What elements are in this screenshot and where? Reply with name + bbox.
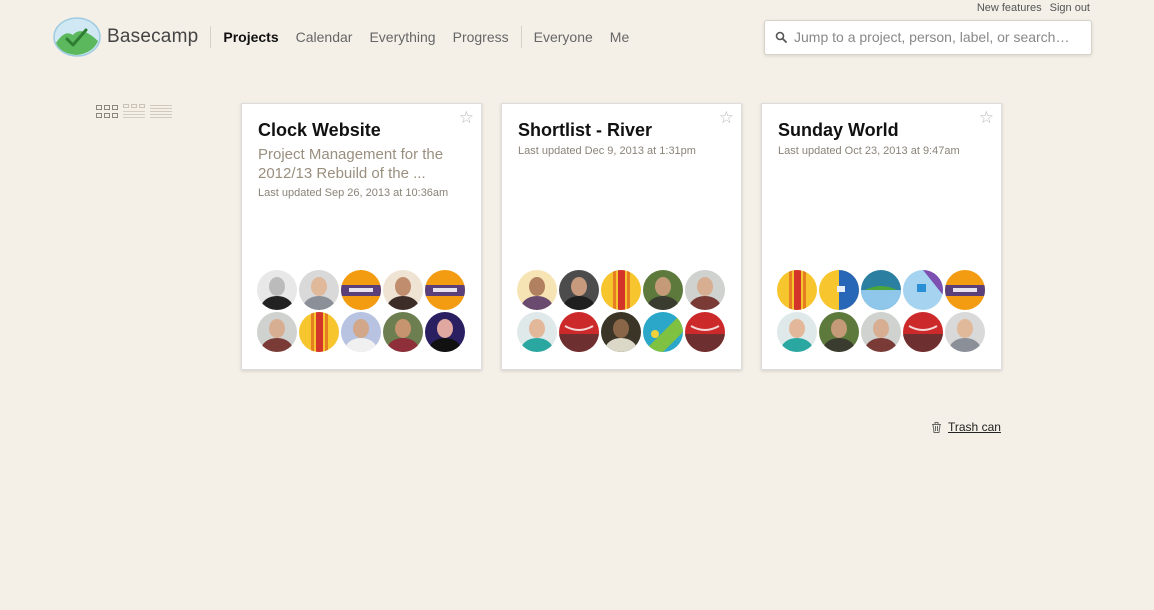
avatar[interactable] [643, 312, 683, 352]
avatar-group [517, 270, 729, 352]
avatar[interactable] [299, 270, 339, 310]
list-view-icon[interactable] [150, 103, 172, 120]
avatar[interactable] [685, 270, 725, 310]
search-input[interactable] [794, 29, 1084, 45]
nav-progress[interactable]: Progress [453, 29, 509, 45]
header: Basecamp Projects Calendar Everything Pr… [53, 16, 1092, 58]
star-icon[interactable]: ☆ [459, 109, 474, 126]
project-updated: Last updated Oct 23, 2013 at 9:47am [778, 145, 960, 157]
primary-nav: Projects Calendar Everything Progress [223, 29, 508, 45]
avatar[interactable] [819, 312, 859, 352]
nav-everyone[interactable]: Everyone [534, 29, 593, 45]
avatar[interactable] [643, 270, 683, 310]
avatar-group [257, 270, 469, 352]
project-description: Project Management for the 2012/13 Rebui… [258, 146, 444, 182]
avatar[interactable] [517, 312, 557, 352]
view-toggles [96, 103, 172, 120]
star-icon[interactable]: ☆ [979, 109, 994, 126]
avatar[interactable] [517, 270, 557, 310]
avatar[interactable] [601, 312, 641, 352]
brand-name: Basecamp [107, 26, 199, 47]
basecamp-hill-icon [53, 17, 101, 57]
nav-divider [520, 26, 522, 48]
project-card[interactable]: ☆ Clock Website Project Management for t… [241, 103, 482, 370]
avatar[interactable] [299, 312, 339, 352]
avatar[interactable] [601, 270, 641, 310]
project-card[interactable]: ☆ Shortlist - River Last updated Dec 9, … [501, 103, 742, 370]
project-title: Shortlist - River [518, 120, 653, 140]
project-card[interactable]: ☆ Sunday World Last updated Oct 23, 2013… [761, 103, 1002, 370]
sign-out-link[interactable]: Sign out [1050, 2, 1090, 14]
people-nav: Everyone Me [534, 29, 630, 45]
nav-everything[interactable]: Everything [369, 29, 435, 45]
avatar[interactable] [685, 312, 725, 352]
project-title: Clock Website [258, 120, 381, 140]
avatar[interactable] [425, 312, 465, 352]
avatar[interactable] [861, 312, 901, 352]
avatar[interactable] [945, 312, 985, 352]
nav-divider [210, 26, 212, 48]
nav-projects[interactable]: Projects [223, 29, 278, 45]
account-links: New features Sign out [977, 2, 1090, 14]
logo[interactable]: Basecamp [53, 17, 198, 57]
avatar[interactable] [903, 312, 943, 352]
project-title: Sunday World [778, 120, 899, 140]
avatar[interactable] [559, 270, 599, 310]
avatar[interactable] [819, 270, 859, 310]
avatar[interactable] [559, 312, 599, 352]
avatar-group [777, 270, 989, 352]
avatar[interactable] [257, 312, 297, 352]
trash-can-label: Trash can [948, 420, 1001, 434]
avatar[interactable] [777, 312, 817, 352]
search-icon [775, 31, 787, 43]
avatar[interactable] [341, 312, 381, 352]
avatar[interactable] [383, 312, 423, 352]
trash-icon [932, 421, 941, 433]
nav-calendar[interactable]: Calendar [296, 29, 353, 45]
avatar[interactable] [861, 270, 901, 310]
trash-can-link[interactable]: Trash can [931, 420, 1001, 434]
new-features-link[interactable]: New features [977, 2, 1042, 14]
avatar[interactable] [383, 270, 423, 310]
avatar[interactable] [777, 270, 817, 310]
nav-me[interactable]: Me [610, 29, 629, 45]
project-cards: ☆ Clock Website Project Management for t… [241, 103, 1002, 370]
avatar[interactable] [425, 270, 465, 310]
compact-view-icon[interactable] [123, 103, 145, 120]
project-updated: Last updated Sep 26, 2013 at 10:36am [258, 187, 449, 199]
avatar[interactable] [257, 270, 297, 310]
search-box[interactable] [764, 19, 1092, 55]
card-view-icon[interactable] [96, 103, 118, 120]
avatar[interactable] [945, 270, 985, 310]
project-updated: Last updated Dec 9, 2013 at 1:31pm [518, 145, 696, 157]
star-icon[interactable]: ☆ [719, 109, 734, 126]
avatar[interactable] [341, 270, 381, 310]
avatar[interactable] [903, 270, 943, 310]
